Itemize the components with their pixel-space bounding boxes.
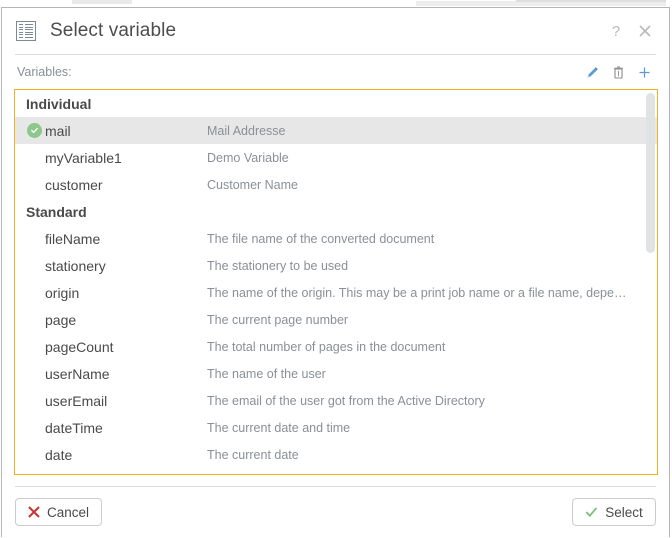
variables-list[interactable]: Individual mail Mail Addresse myVariable… xyxy=(14,89,658,475)
variable-name: page xyxy=(45,311,77,328)
variables-toolbar: Variables: xyxy=(2,55,669,89)
variable-name: mail xyxy=(45,122,71,139)
group-header-standard: Standard xyxy=(26,204,87,220)
background-artifact-left xyxy=(72,0,132,4)
variable-name: myVariable1 xyxy=(45,149,122,166)
variable-description: The current date and time xyxy=(207,420,351,435)
variable-name: pageCount xyxy=(45,338,114,355)
variable-description: Customer Name xyxy=(207,177,298,192)
list-item[interactable]: userEmail The email of the user got from… xyxy=(15,387,657,414)
select-variable-dialog: Select variable ? Variables: Individual … xyxy=(1,7,670,537)
list-item[interactable]: pageCount The total number of pages in t… xyxy=(15,333,657,360)
cancel-button[interactable]: Cancel xyxy=(15,498,103,526)
variables-label: Variables: xyxy=(17,65,72,79)
pencil-edit-icon[interactable] xyxy=(579,60,605,84)
variable-description: The file name of the converted document xyxy=(207,231,435,246)
list-item[interactable]: date The current date xyxy=(15,441,657,468)
variable-description: Demo Variable xyxy=(207,150,289,165)
variable-description: The current date xyxy=(207,447,299,462)
variable-name: origin xyxy=(45,284,80,301)
list-item[interactable]: mail Mail Addresse xyxy=(15,117,657,144)
variable-name: date xyxy=(45,446,73,463)
group-header-individual: Individual xyxy=(26,96,92,112)
cancel-button-label: Cancel xyxy=(47,504,90,520)
variable-name: fileName xyxy=(45,230,101,247)
select-button-label: Select xyxy=(605,504,643,520)
variable-description: The stationery to be used xyxy=(207,258,349,273)
variable-description: Mail Addresse xyxy=(207,123,286,138)
list-item[interactable]: stationery The stationery to be used xyxy=(15,252,657,279)
close-icon[interactable] xyxy=(634,20,656,42)
variable-name: dateTime xyxy=(45,419,103,436)
select-button[interactable]: Select xyxy=(572,498,656,526)
variable-description: The name of the user xyxy=(207,366,326,381)
list-item[interactable]: fileName The file name of the converted … xyxy=(15,225,657,252)
variable-name: customer xyxy=(45,176,103,193)
variables-list-content: Individual mail Mail Addresse myVariable… xyxy=(15,90,657,474)
help-button[interactable]: ? xyxy=(605,20,627,42)
list-item[interactable]: userName The name of the user xyxy=(15,360,657,387)
green-check-icon xyxy=(585,506,598,519)
list-table-icon xyxy=(16,21,36,41)
dialog-title: Select variable xyxy=(50,20,177,41)
list-item[interactable]: page The current page number xyxy=(15,306,657,333)
selected-check-icon xyxy=(15,123,45,138)
red-x-icon xyxy=(28,506,40,518)
background-artifact-right-2 xyxy=(516,0,666,2)
variable-name: userEmail xyxy=(45,392,108,409)
plus-add-icon[interactable] xyxy=(631,60,657,84)
list-item[interactable]: customer Customer Name xyxy=(15,171,657,198)
variable-description: The name of the origin. This may be a pr… xyxy=(207,285,627,300)
variable-name: userName xyxy=(45,365,110,382)
variable-description: The email of the user got from the Activ… xyxy=(207,393,485,408)
list-scrollbar[interactable] xyxy=(644,90,657,474)
dialog-footer: Cancel Select xyxy=(2,487,669,537)
list-item[interactable]: myVariable1 Demo Variable xyxy=(15,144,657,171)
trash-delete-icon[interactable] xyxy=(605,60,631,84)
variable-description: The total number of pages in the documen… xyxy=(207,339,446,354)
variable-name: stationery xyxy=(45,257,106,274)
list-item[interactable]: dateTime The current date and time xyxy=(15,414,657,441)
dialog-titlebar: Select variable ? xyxy=(2,8,669,54)
variable-description: The current page number xyxy=(207,312,349,327)
list-item[interactable]: origin The name of the origin. This may … xyxy=(15,279,657,306)
list-scrollbar-thumb[interactable] xyxy=(646,93,655,253)
